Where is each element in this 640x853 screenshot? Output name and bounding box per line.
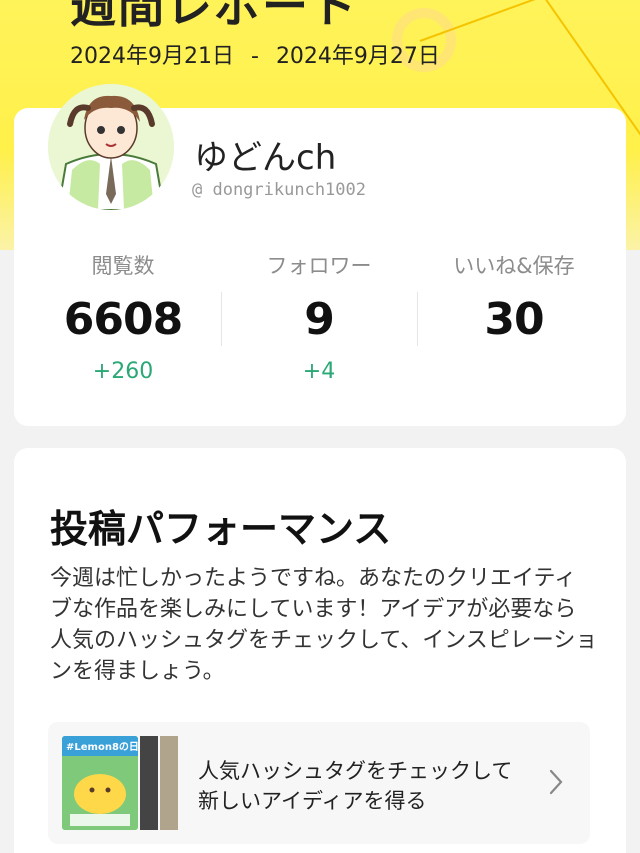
stat-delta: +4 [302, 359, 336, 384]
profile-handle: @ dongrikunch1002 [192, 180, 366, 200]
chevron-right-icon [548, 768, 564, 796]
lemon-thumbnail-art: #Lemon8の日 [62, 736, 138, 830]
stat-views: 閲覧数 6608 +260 [20, 250, 226, 387]
performance-message: 今週は忙しかったようですね。あなたのクリエイティブな作品を楽しみにしています！ア… [50, 566, 598, 684]
stat-followers: フォロワー 9 +4 [216, 250, 422, 387]
performance-title: 投稿パフォーマンス [50, 507, 392, 551]
date-end: 2024年9月27日 [275, 44, 440, 69]
thumbnail-tag: #Lemon8の日 [66, 741, 138, 753]
stat-delta: +260 [92, 359, 154, 384]
date-start: 2024年9月21日 [70, 44, 234, 69]
date-range: 2024年9月21日 - 2024年9月27日 [70, 38, 440, 70]
thumbnail-side-image [140, 736, 158, 830]
hashtag-thumbnail: #Lemon8の日 [62, 736, 138, 830]
avatar[interactable] [48, 84, 174, 210]
hashtag-suggestion-text: 人気ハッシュタグをチェックして新しいアイディアを得る [198, 759, 513, 813]
stat-value: 6608 [63, 294, 183, 345]
profile-username: ゆどんch [194, 138, 337, 178]
stat-delta [411, 359, 617, 387]
page-title: 週間レポート [70, 0, 358, 33]
stat-value: 30 [484, 294, 544, 345]
thumbnail-side-image [160, 736, 178, 830]
date-separator: - [250, 44, 259, 69]
avatar-illustration [48, 84, 174, 210]
stat-likes-saves: いいね&保存 30 [411, 250, 617, 387]
stat-label: 閲覧数 [91, 254, 155, 278]
stat-value: 9 [304, 294, 335, 345]
stat-label: いいね&保存 [453, 254, 575, 278]
stat-label: フォロワー [266, 254, 372, 278]
